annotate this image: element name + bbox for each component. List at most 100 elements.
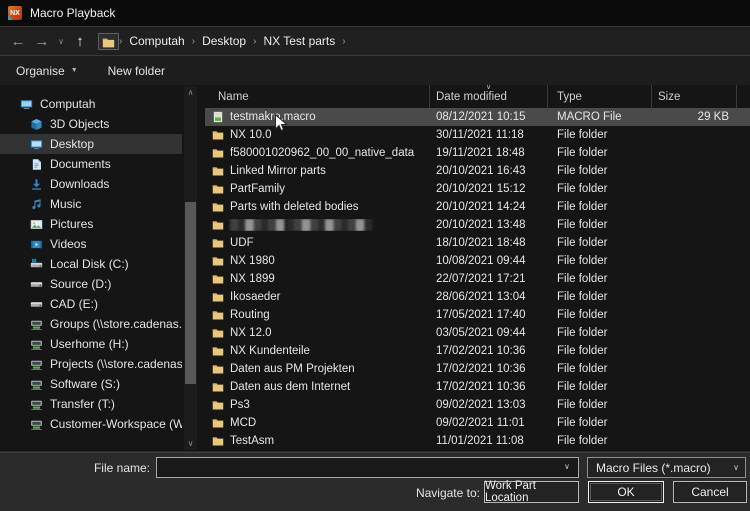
cube-icon: [30, 118, 43, 131]
file-row-nx-12-0[interactable]: NX 12.003/05/2021 09:44File folder: [205, 324, 750, 342]
work-part-location-button[interactable]: Work Part Location: [484, 481, 579, 503]
file-name-text: MCD: [230, 417, 256, 429]
sidebar-item-label: Projects (\\store.cadenas.intern: [50, 357, 182, 371]
sidebar-item-3d-objects[interactable]: 3D Objects: [0, 114, 182, 134]
folder-icon: [212, 417, 224, 429]
breadcrumb-item-nx-test-parts[interactable]: NX Test parts: [256, 34, 342, 48]
sidebar-item-label: Downloads: [50, 177, 109, 191]
breadcrumb-folder-icon[interactable]: [98, 33, 119, 50]
column-header-date-modified[interactable]: ∨ Date modified: [430, 85, 548, 108]
file-name-text: Daten aus PM Projekten: [230, 363, 355, 375]
type-cell: File folder: [548, 201, 652, 213]
breadcrumb-item-desktop[interactable]: Desktop: [195, 34, 253, 48]
sidebar-item-videos[interactable]: Videos: [0, 234, 182, 254]
sidebar-item-label: Source (D:): [50, 277, 111, 291]
recent-locations-chevron-icon[interactable]: ∨: [54, 37, 68, 46]
file-name-text: Ps3: [230, 399, 250, 411]
date-modified-cell: 28/06/2021 13:04: [430, 291, 548, 303]
sidebar-item-userhome-h[interactable]: Userhome (H:): [0, 334, 182, 354]
file-name-cell: Ps3: [205, 399, 430, 411]
type-cell: File folder: [548, 417, 652, 429]
file-row-linked-mirror-parts[interactable]: Linked Mirror parts20/10/2021 16:43File …: [205, 162, 750, 180]
file-row-partfamily[interactable]: PartFamily20/10/2021 15:12File folder: [205, 180, 750, 198]
file-name-input[interactable]: [156, 457, 579, 478]
file-type-filter-select[interactable]: Macro Files (*.macro) ∨: [587, 457, 746, 478]
type-cell: File folder: [548, 165, 652, 177]
folder-icon: [212, 345, 224, 357]
file-row-testasm[interactable]: TestAsm11/01/2021 11:08File folder: [205, 432, 750, 450]
file-name-cell: UDF: [205, 237, 430, 249]
filter-dropdown-chevron-icon: ∨: [733, 463, 739, 472]
sidebar-item-transfer-t[interactable]: Transfer (T:): [0, 394, 182, 414]
date-modified-cell: 20/10/2021 15:12: [430, 183, 548, 195]
sidebar-item-local-disk-c[interactable]: Local Disk (C:): [0, 254, 182, 274]
file-row-nx-1899[interactable]: NX 189922/07/2021 17:21File folder: [205, 270, 750, 288]
cancel-button[interactable]: Cancel: [673, 481, 747, 503]
folder-icon: [212, 201, 224, 213]
column-header-type[interactable]: Type: [548, 85, 652, 108]
file-row-udf[interactable]: UDF18/10/2021 18:48File folder: [205, 234, 750, 252]
file-name-cell: Daten aus dem Internet: [205, 381, 430, 393]
breadcrumb-item-computah[interactable]: Computah: [122, 34, 191, 48]
sidebar-item-projects-store-cadenas-intern[interactable]: Projects (\\store.cadenas.intern: [0, 354, 182, 374]
file-row-daten-aus-pm-projekten[interactable]: Daten aus PM Projekten17/02/2021 10:36Fi…: [205, 360, 750, 378]
sidebar-item-downloads[interactable]: Downloads: [0, 174, 182, 194]
scroll-up-icon[interactable]: ∧: [184, 88, 197, 97]
folder-icon: [212, 363, 224, 375]
sidebar-item-cad-e[interactable]: CAD (E:): [0, 294, 182, 314]
type-cell: File folder: [548, 327, 652, 339]
file-row-nx-1980[interactable]: NX 198010/08/2021 09:44File folder: [205, 252, 750, 270]
file-row-ikosaeder[interactable]: Ikosaeder28/06/2021 13:04File folder: [205, 288, 750, 306]
sidebar-item-customer-workspace-w[interactable]: Customer-Workspace (W:): [0, 414, 182, 434]
file-row-mcd[interactable]: MCD09/02/2021 11:01File folder: [205, 414, 750, 432]
date-modified-cell: 20/10/2021 14:24: [430, 201, 548, 213]
file-row-routing[interactable]: Routing17/05/2021 17:40File folder: [205, 306, 750, 324]
file-row-redacted[interactable]: ▒░▓▒░▒▓ ░▒▓▒░▓▒░▒▓░20/10/2021 13:48File …: [205, 216, 750, 234]
type-cell: File folder: [548, 435, 652, 447]
sidebar-scrollbar[interactable]: ∧ ∨: [184, 86, 197, 450]
file-row-ps3[interactable]: Ps309/02/2021 13:03File folder: [205, 396, 750, 414]
sidebar-item-groups-store-cadenas-interna[interactable]: Groups (\\store.cadenas.interna: [0, 314, 182, 334]
file-row-daten-aus-dem-internet[interactable]: Daten aus dem Internet17/02/2021 10:36Fi…: [205, 378, 750, 396]
organise-button[interactable]: Organise ▼: [16, 64, 78, 78]
column-header-size[interactable]: Size: [652, 85, 737, 108]
new-folder-button[interactable]: New folder: [108, 64, 165, 78]
column-header-name[interactable]: Name: [205, 85, 430, 108]
file-row-nx-10-0[interactable]: NX 10.030/11/2021 11:18File folder: [205, 126, 750, 144]
sidebar-item-label: Groups (\\store.cadenas.interna: [50, 317, 182, 331]
network-drive-icon: [30, 338, 43, 351]
title-bar[interactable]: NX Macro Playback: [0, 0, 750, 26]
disk-icon: [30, 298, 43, 311]
sidebar-item-label: Computah: [40, 97, 95, 111]
file-list: testmakro.macro08/12/2021 10:15MACRO Fil…: [205, 108, 750, 450]
ok-button[interactable]: OK: [588, 481, 664, 503]
sidebar-item-software-s[interactable]: Software (S:): [0, 374, 182, 394]
file-name-text: ▒░▓▒░▒▓ ░▒▓▒░▓▒░▒▓░: [230, 219, 372, 231]
sidebar-item-label: Transfer (T:): [50, 397, 115, 411]
sidebar-item-source-d[interactable]: Source (D:): [0, 274, 182, 294]
type-cell: File folder: [548, 237, 652, 249]
network-drive-icon: [30, 378, 43, 391]
date-modified-cell: 10/08/2021 09:44: [430, 255, 548, 267]
sidebar-scrollbar-thumb[interactable]: [185, 202, 196, 384]
forward-icon[interactable]: →: [30, 33, 54, 50]
file-name-cell: Linked Mirror parts: [205, 165, 430, 177]
sidebar-item-documents[interactable]: Documents: [0, 154, 182, 174]
back-icon[interactable]: ←: [6, 33, 30, 50]
scroll-down-icon[interactable]: ∨: [184, 439, 197, 448]
sidebar-item-pictures[interactable]: Pictures: [0, 214, 182, 234]
file-row-parts-with-deleted-bodies[interactable]: Parts with deleted bodies20/10/2021 14:2…: [205, 198, 750, 216]
type-cell: File folder: [548, 381, 652, 393]
sidebar-item-computah[interactable]: Computah: [0, 94, 182, 114]
sidebar-item-desktop[interactable]: Desktop: [0, 134, 182, 154]
up-icon[interactable]: ↑: [68, 33, 92, 50]
type-cell: File folder: [548, 399, 652, 411]
type-cell: File folder: [548, 255, 652, 267]
file-name-cell: ▒░▓▒░▒▓ ░▒▓▒░▓▒░▒▓░: [205, 219, 430, 231]
computer-icon: [20, 98, 33, 111]
file-row-f580001020962-00-00-native-data[interactable]: f580001020962_00_00_native_data19/11/202…: [205, 144, 750, 162]
file-row-nx-kundenteile[interactable]: NX Kundenteile17/02/2021 10:36File folde…: [205, 342, 750, 360]
network-drive-icon: [30, 318, 43, 331]
file-row-testmakro-macro[interactable]: testmakro.macro08/12/2021 10:15MACRO Fil…: [205, 108, 750, 126]
sidebar-item-music[interactable]: Music: [0, 194, 182, 214]
